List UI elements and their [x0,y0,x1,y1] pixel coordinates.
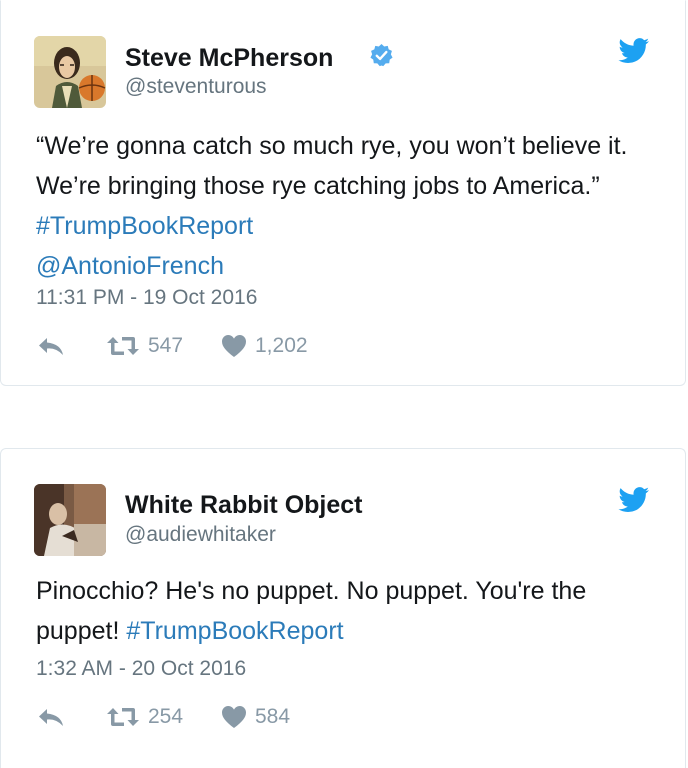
timestamp[interactable]: 1:32 AM - 20 Oct 2016 [36,657,246,681]
like-button[interactable]: 1,202 [221,334,308,358]
author-name[interactable]: Steve McPherson [125,44,333,73]
action-bar: 547 1,202 [36,334,436,364]
heart-icon [222,706,246,728]
avatar[interactable] [34,36,106,108]
author-handle[interactable]: @audiewhitaker [125,523,276,547]
retweet-button[interactable]: 547 [106,334,183,358]
twitter-bird-icon[interactable] [618,487,650,513]
twitter-bird-icon[interactable] [618,38,650,64]
tweet-text: “We’re gonna catch so much rye, you won’… [36,126,656,286]
reply-button[interactable] [36,705,66,729]
action-bar: 254 584 [36,705,436,735]
tweet-card[interactable]: White Rabbit Object @audiewhitaker Pinoc… [0,448,686,768]
tweet-text-body: “We’re gonna catch so much rye, you won’… [36,132,628,200]
tweet-text: Pinocchio? He's no puppet. No puppet. Yo… [36,571,656,651]
retweet-icon [107,708,139,726]
author-handle[interactable]: @steventurous [125,75,267,99]
retweet-icon [107,337,139,355]
avatar-photo-icon [34,484,106,556]
reply-button[interactable] [36,334,66,358]
reply-arrow-icon [39,338,63,355]
mention-link[interactable]: @AntonioFrench [36,252,224,280]
like-button[interactable]: 584 [221,705,290,729]
retweet-button[interactable]: 254 [106,705,183,729]
retweet-count: 547 [148,334,184,357]
like-count: 584 [255,705,291,728]
avatar-illustration-icon [34,36,106,108]
heart-icon [222,335,246,357]
tweet-card[interactable]: Steve McPherson @steventurous “We’re gon… [0,0,686,386]
like-count: 1,202 [255,334,308,357]
verified-badge-icon [370,44,393,67]
avatar[interactable] [34,484,106,556]
hashtag-link[interactable]: #TrumpBookReport [126,617,343,645]
hashtag-link[interactable]: #TrumpBookReport [36,212,253,240]
author-name[interactable]: White Rabbit Object [125,491,363,520]
timestamp[interactable]: 11:31 PM - 19 Oct 2016 [36,286,257,310]
retweet-count: 254 [148,705,184,728]
reply-arrow-icon [39,709,63,726]
